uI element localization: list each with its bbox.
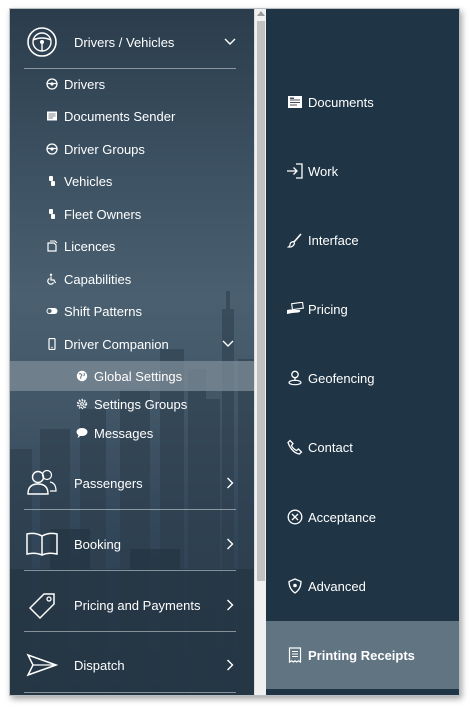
group-label: Passengers [74,475,143,491]
key-icon [46,175,58,187]
sidebar-item-documents-sender[interactable]: Documents Sender [10,101,254,131]
sidebar-item-label: Documents Sender [64,108,176,124]
chevron-right-icon [224,538,236,550]
group-drivers-vehicles[interactable]: Drivers / Vehicles [10,13,254,71]
sidebar-item-label: Fleet Owners [64,206,142,222]
sidebar-item-drivers[interactable]: Drivers [10,69,254,99]
sidebar-item-label: Drivers [64,76,106,92]
chevron-right-icon [224,659,236,671]
submenu-item-contact[interactable]: Contact [266,413,459,481]
paintbrush-icon [286,231,304,249]
submenu-item-work[interactable]: Work [266,137,459,205]
app-window: Drivers / Vehicles Drivers Documents Sen… [9,8,460,696]
chat-icon [76,427,88,439]
steering-wheel-icon [46,143,58,155]
sidebar-item-label: Capabilities [64,271,132,287]
submenu-item-geofencing[interactable]: Geofencing [266,344,459,412]
submenu-item-pricing[interactable]: Pricing [266,275,459,343]
sidebar-item-label: Driver Companion [64,336,169,352]
chevron-down-icon [224,36,236,48]
sidebar-subitem-global-settings[interactable]: Global Settings [10,361,254,391]
group-pricing-and-payments[interactable]: Pricing and Payments [10,576,254,634]
group-booking[interactable]: Booking [10,515,254,573]
sidebar-item-label: Vehicles [64,173,113,189]
wheelchair-icon [46,273,58,285]
sidebar-item-label: Shift Patterns [64,303,143,319]
sidebar-item-driver-groups[interactable]: Driver Groups [10,134,254,164]
key-icon [46,208,58,220]
scroll-up-arrow-icon[interactable] [257,11,265,16]
submenu-item-label: Advanced [308,578,366,594]
phone-icon [46,338,58,350]
sidebar-item-capabilities[interactable]: Capabilities [10,264,254,294]
globe-icon [76,370,88,382]
licence-icon [46,240,58,252]
map-pin-icon [286,369,304,387]
group-label: Booking [74,536,121,552]
chevron-down-icon [222,338,234,350]
circle-x-icon [286,508,304,526]
divider [24,509,236,510]
sidebar-scrollbar[interactable] [254,9,266,695]
divider [24,692,236,693]
steering-wheel-icon [46,78,58,90]
documents-icon [286,93,304,111]
receipt-icon [286,646,304,664]
paper-plane-icon [24,647,60,683]
submenu-item-label: Printing Receipts [308,647,415,663]
sidebar: Drivers / Vehicles Drivers Documents Sen… [10,9,254,695]
scrollbar-thumb[interactable] [257,21,265,581]
submenu-item-label: Pricing [308,301,348,317]
sign-in-icon [286,162,304,180]
settings-submenu-panel: Documents Work Interface Pricing Geofenc… [266,9,459,695]
book-icon [24,526,60,562]
chevron-right-icon [224,599,236,611]
steering-wheel-icon [24,24,60,60]
users-icon [24,465,60,501]
sidebar-item-label: Settings Groups [94,396,188,412]
chevron-right-icon [224,477,236,489]
group-passengers[interactable]: Passengers [10,454,254,512]
submenu-item-label: Contact [308,439,353,455]
group-dispatch[interactable]: Dispatch [10,636,254,694]
divider [24,570,236,571]
submenu-item-interface[interactable]: Interface [266,206,459,274]
sidebar-item-licences[interactable]: Licences [10,231,254,261]
group-label: Dispatch [74,657,125,673]
group-label: Drivers / Vehicles [74,34,175,50]
price-tag-icon [24,587,60,623]
submenu-item-label: Work [308,163,339,179]
sidebar-item-label: Licences [64,238,116,254]
sidebar-subitem-messages[interactable]: Messages [10,418,254,448]
gear-icon [76,398,88,410]
submenu-item-advanced[interactable]: Advanced [266,552,459,620]
divider [24,631,236,632]
sidebar-item-shift-patterns[interactable]: Shift Patterns [10,296,254,326]
shift-toggle-icon [46,305,58,317]
submenu-item-label: Geofencing [308,370,375,386]
group-label: Pricing and Payments [74,597,201,613]
sidebar-item-label: Global Settings [94,368,183,384]
submenu-item-label: Acceptance [308,509,376,525]
document-icon [46,110,58,122]
money-hand-icon [286,300,304,318]
submenu-item-label: Documents [308,94,374,110]
sidebar-subitem-settings-groups[interactable]: Settings Groups [10,389,254,419]
sidebar-item-driver-companion[interactable]: Driver Companion [10,329,254,359]
sidebar-item-label: Driver Groups [64,141,145,157]
submenu-item-documents[interactable]: Documents [266,68,459,136]
submenu-item-printing-receipts[interactable]: Printing Receipts [266,621,459,689]
sidebar-item-fleet-owners[interactable]: Fleet Owners [10,199,254,229]
sidebar-item-vehicles[interactable]: Vehicles [10,166,254,196]
submenu-item-acceptance[interactable]: Acceptance [266,483,459,551]
sidebar-item-label: Messages [94,425,154,441]
shield-icon [286,577,304,595]
phone-handset-icon [286,438,304,456]
submenu-item-label: Interface [308,232,359,248]
